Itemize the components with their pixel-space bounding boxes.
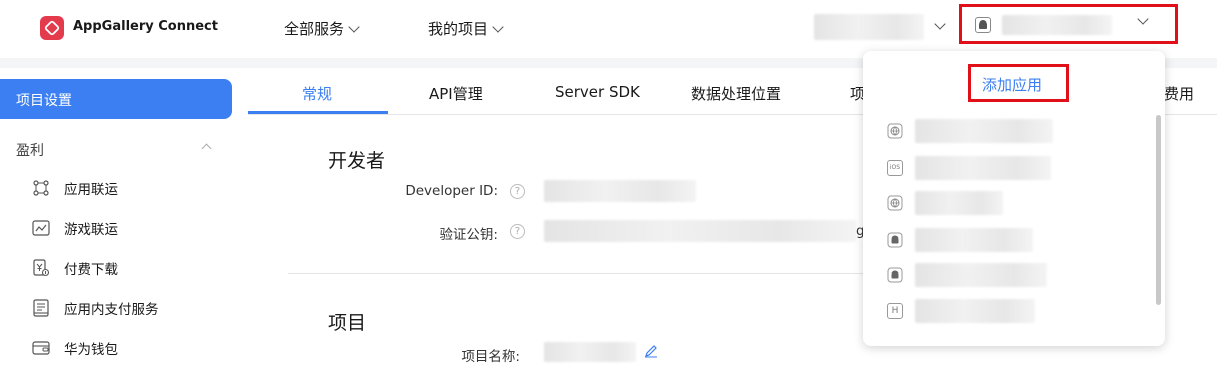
project-name-value-redacted [544,342,636,362]
tab-data-location[interactable]: 数据处理位置 [691,83,781,104]
tab-fees[interactable]: 费用 [1164,83,1194,104]
nav-my-projects[interactable]: 我的项目 [428,18,504,39]
dropdown-app-item[interactable] [887,118,1057,144]
app-name-redacted [915,299,1035,323]
developer-section-title: 开发者 [328,150,386,172]
nav-all-services-label: 全部服务 [284,20,345,38]
appgallery-logo-icon[interactable] [40,16,64,40]
app-title[interactable]: AppGallery Connect [73,19,218,34]
tab-api-management[interactable]: API管理 [429,83,483,104]
app-name-redacted [915,119,1053,143]
tab-server-sdk[interactable]: Server SDK [555,83,640,101]
sidebar-item-in-app-purchase[interactable]: 应用内支付服务 [32,298,159,318]
wallet-icon [32,341,50,355]
web-icon [887,123,903,139]
dropdown-app-item[interactable] [887,262,1057,288]
android-icon [887,232,903,248]
app-name-redacted [915,228,1033,252]
network-icon [33,180,49,196]
chevron-down-icon[interactable] [934,18,946,30]
dropdown-app-item[interactable] [887,190,1057,216]
account-selector-redacted[interactable] [814,14,924,40]
top-bar: AppGallery Connect 全部服务 我的项目 [0,0,1217,58]
receipt-icon [33,299,49,317]
nav-all-services[interactable]: 全部服务 [284,18,360,39]
project-section-title: 项目 [328,312,367,334]
sidebar-item-paid-download[interactable]: 付费下载 [32,258,118,278]
nav-my-projects-label: 我的项目 [428,20,489,38]
public-key-value-redacted [544,220,856,242]
selected-app-name-redacted [1002,15,1112,35]
tab-general[interactable]: 常规 [302,83,332,104]
ios-icon: iOS [887,160,903,176]
android-icon [975,17,991,33]
project-name-label: 项目名称: [461,349,520,365]
chevron-down-icon [492,20,504,33]
web-icon [887,195,903,211]
public-key-label: 验证公钥: [439,227,498,243]
sidebar-item-game-distribution[interactable]: 游戏联运 [32,218,118,238]
app-name-redacted [915,156,1051,180]
sidebar-item-label: 付费下载 [64,262,118,278]
developer-id-value-redacted [544,180,696,202]
app-selector-highlight[interactable] [959,4,1178,44]
dropdown-app-item[interactable]: iOS [887,155,1057,181]
sidebar-item-huawei-wallet[interactable]: 华为钱包 [32,338,118,358]
chevron-up-icon[interactable] [201,143,212,154]
yuan-download-icon [33,259,50,277]
sidebar-group-monetization[interactable]: 盈利 [16,140,44,160]
chart-line-icon [32,220,50,236]
help-icon[interactable]: ? [510,184,525,199]
developer-id-label: Developer ID: [405,183,498,199]
sidebar-item-label: 游戏联运 [64,222,118,238]
sidebar: 项目设置 盈利 应用联运 游戏联运 付费下载 应用内支付服务 华为钱包 [0,68,248,369]
android-icon [887,267,903,283]
app-name-redacted [915,263,1047,287]
sidebar-item-app-distribution[interactable]: 应用联运 [32,178,118,198]
dropdown-scrollbar[interactable] [1156,115,1161,305]
chevron-down-icon [348,20,360,33]
add-app-link[interactable]: 添加应用 [982,74,1042,95]
dropdown-app-item[interactable] [887,227,1057,253]
sidebar-item-project-settings[interactable]: 项目设置 [0,79,232,119]
dropdown-app-item[interactable]: H [887,298,1057,324]
section-divider [288,273,908,274]
harmony-icon: H [887,303,903,319]
chevron-down-icon [1137,13,1149,25]
help-icon[interactable]: ? [510,224,525,239]
edit-pencil-icon[interactable] [644,344,658,358]
sidebar-item-label: 华为钱包 [64,342,118,358]
sidebar-item-label: 应用内支付服务 [64,302,159,318]
app-name-redacted [915,191,1003,215]
sidebar-item-label: 应用联运 [64,182,118,198]
